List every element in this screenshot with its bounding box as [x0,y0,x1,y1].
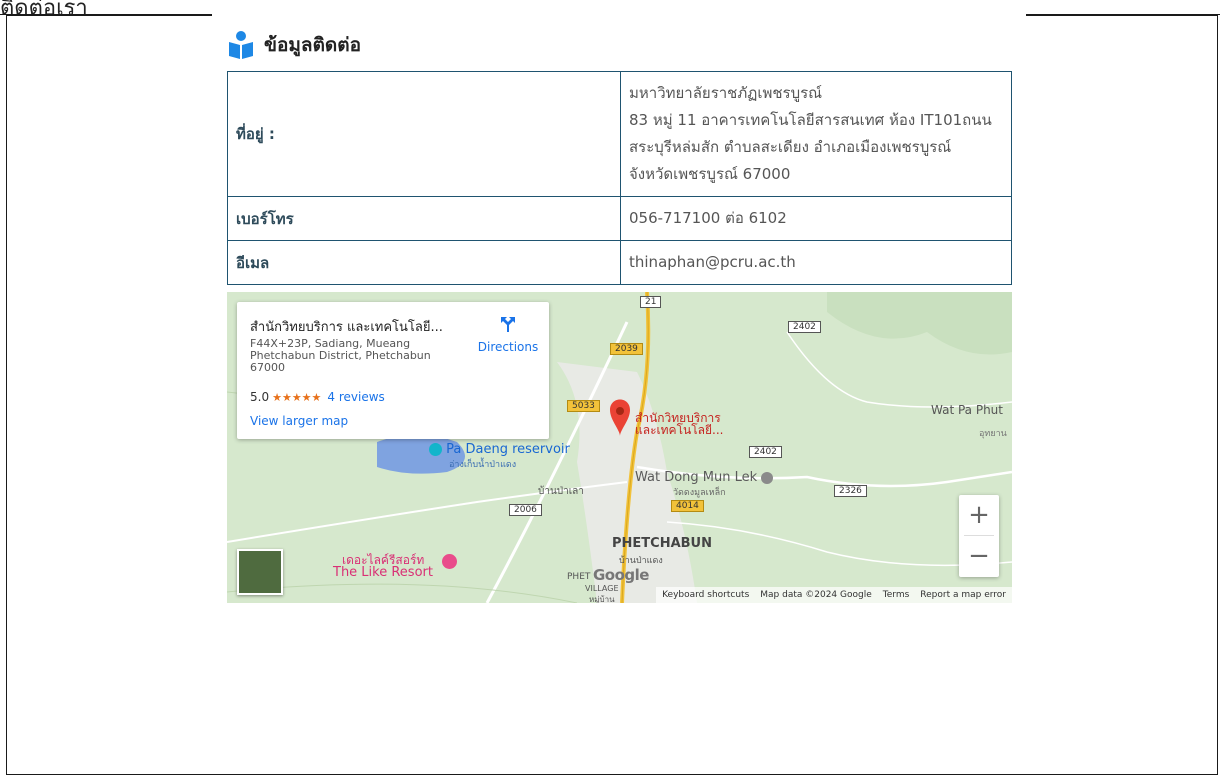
wat-dong-thai-label: วัดดงมูลเหล็ก [673,488,726,498]
park-label: อุทยาน [979,429,1007,439]
email-label: อีเมล [227,240,621,285]
section-heading: ข้อมูลติดต่อ [228,30,361,60]
phetchabun-label: PHETCHABUN [612,536,712,551]
zoom-control: + − [959,495,999,577]
terms-link[interactable]: Terms [883,590,910,600]
place-address: F44X+23P, Sadiang, Mueang Phetchabun Dis… [250,337,431,374]
place-card: สำนักวิทยบริการ และเทคโนโลยี... F44X+23P… [237,302,549,439]
road-badge: 2402 [788,321,821,333]
phone-label: เบอร์โทร [227,196,621,241]
pin-label[interactable]: สำนักวิทยบริการ และเทคโนโลยี... [635,412,724,436]
address-value: มหาวิทยาลัยราชภัฏเพชรบูรณ์ 83 หมู่ 11 อา… [620,71,1012,197]
restaurant-pin-icon [442,554,457,569]
place-rating: 5.0 ★★★★★ 4 reviews [250,390,385,404]
report-error-link[interactable]: Report a map error [920,590,1006,600]
rating-value: 5.0 [250,390,270,404]
like-resort-label: The Like Resort [333,565,433,580]
table-row: ที่อยู่ : มหาวิทยาลัยราชภัฏเพชรบูรณ์ 83 … [227,71,1012,197]
section-title: ข้อมูลติดต่อ [264,34,361,56]
book-reader-icon [228,30,254,60]
pa-daeng-label: Pa Daeng reservoir [429,442,570,457]
phone-value: 056-717100 ต่อ 6102 [620,196,1012,241]
satellite-toggle-thumbnail[interactable] [237,549,283,595]
ban-pa-lao-label: บ้านป่าเลา [538,486,584,497]
directions-label: Directions [477,340,539,354]
address-line: จังหวัดเพชรบูรณ์ 67000 [629,165,791,183]
keyboard-shortcuts-link[interactable]: Keyboard shortcuts [662,590,749,600]
table-row: อีเมล thinaphan@pcru.ac.th [227,240,1012,285]
pin-label-line: และเทคโนโลยี... [635,423,724,437]
camera-pin-icon [429,443,442,456]
address-line: 83 หมู่ 11 อาคารเทคโนโลยีสารสนเทศ ห้อง I… [629,111,992,129]
view-larger-map-link[interactable]: View larger map [250,414,348,428]
road-badge: 5033 [567,400,600,412]
road-badge: 2006 [509,504,542,516]
map-attribution: Keyboard shortcuts Map data ©2024 Google… [656,587,1012,603]
road-badge: 2039 [610,343,643,355]
road-badge: 21 [640,296,662,308]
table-row: เบอร์โทร 056-717100 ต่อ 6102 [227,196,1012,241]
rating-stars: ★★★★★ [272,391,322,404]
zoom-out-button[interactable]: − [959,536,999,576]
reviews-link[interactable]: 4 reviews [327,390,384,404]
place-title: สำนักวิทยบริการ และเทคโนโลยี... [250,320,443,335]
embedded-map[interactable]: 21 2402 2039 5033 2402 2006 4014 2326 สำ… [227,292,1012,603]
map-data-text: Map data ©2024 Google [760,590,872,600]
directions-button[interactable]: Directions [473,314,543,354]
zoom-in-button[interactable]: + [959,495,999,535]
ban-pa-daeng-label: บ้านป่าแดง [619,556,663,566]
road-badge: 2326 [834,485,867,497]
google-logo: Google [593,566,649,584]
wat-pa-phut-label: Wat Pa Phut [931,403,1003,417]
road-badge: 2402 [749,446,782,458]
temple-icon [761,471,774,484]
phet-label: PHET [567,572,591,582]
address-line: สระบุรีหล่มสัก ตำบลสะเดียง อำเภอเมืองเพช… [629,138,952,156]
email-value[interactable]: thinaphan@pcru.ac.th [620,240,1012,285]
wat-dong-label: Wat Dong Mun Lek [635,470,774,485]
village-label: VILLAGE [585,584,619,593]
address-label: ที่อยู่ : [227,71,621,197]
contact-table: ที่อยู่ : มหาวิทยาลัยราชภัฏเพชรบูรณ์ 83 … [227,71,1012,285]
pa-daeng-thai-label: อ่างเก็บน้ำป่าแดง [449,460,517,470]
address-line: มหาวิทยาลัยราชภัฏเพชรบูรณ์ [629,84,823,102]
road-badge: 4014 [671,500,704,512]
mu-ban-label: หมู่บ้าน [589,595,615,603]
directions-icon [501,317,515,332]
